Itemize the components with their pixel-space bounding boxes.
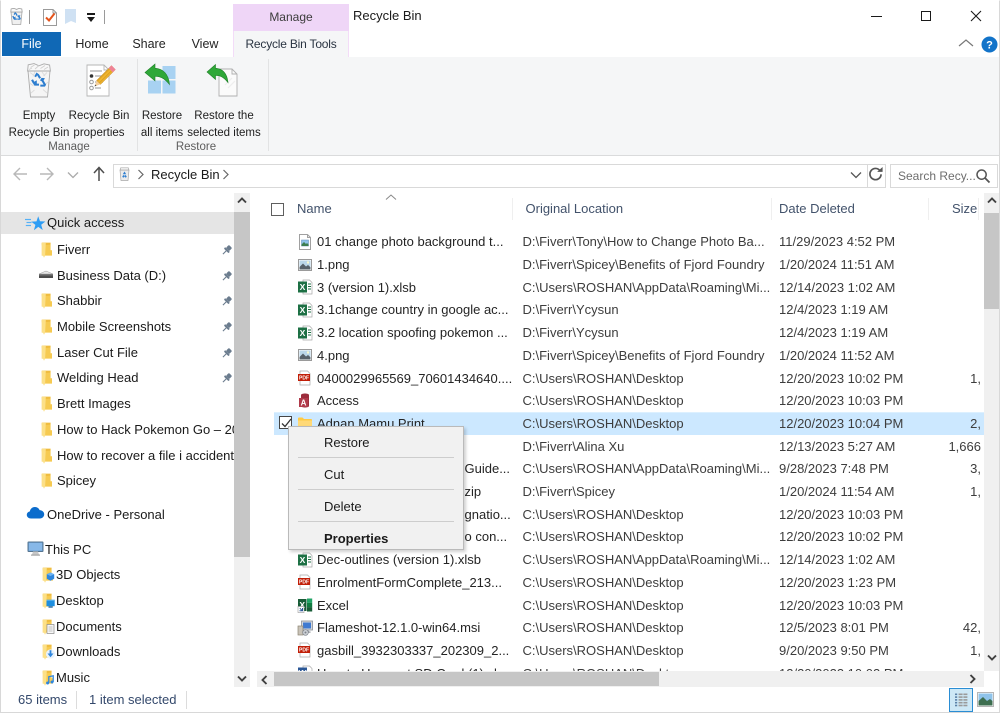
svg-text:PDF: PDF <box>299 648 309 654</box>
svg-text:X: X <box>300 555 306 565</box>
svg-text:X: X <box>300 305 306 315</box>
svg-text:?: ? <box>986 40 993 52</box>
svg-text:X: X <box>300 328 306 338</box>
svg-text:PDF: PDF <box>299 376 309 382</box>
svg-text:A: A <box>301 398 307 407</box>
svg-text:PDF: PDF <box>299 580 309 586</box>
svg-text:X: X <box>300 282 306 292</box>
